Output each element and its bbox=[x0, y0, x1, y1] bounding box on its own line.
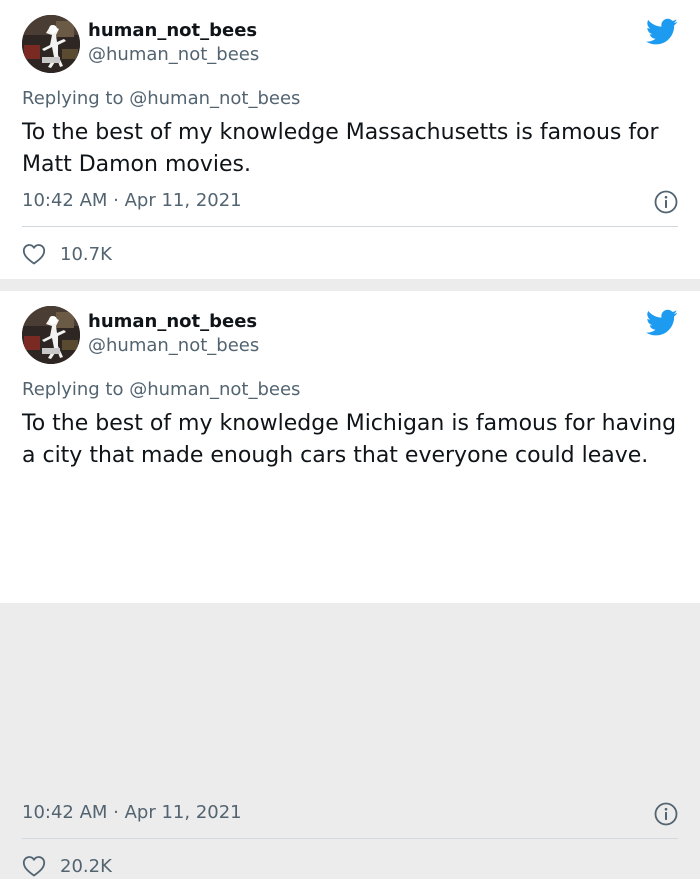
like-button[interactable]: 10.7K bbox=[22, 241, 112, 267]
tweet-timestamp[interactable]: 10:42 AM · Apr 11, 2021 bbox=[22, 802, 242, 824]
display-name[interactable]: human_not_bees bbox=[88, 311, 257, 333]
user-handle[interactable]: @human_not_bees bbox=[88, 44, 259, 66]
divider bbox=[22, 226, 678, 227]
heart-icon[interactable] bbox=[22, 243, 46, 265]
info-icon[interactable] bbox=[654, 190, 678, 214]
avatar[interactable] bbox=[22, 15, 80, 73]
tweet-text: To the best of my knowledge Michigan is … bbox=[22, 411, 677, 468]
replying-to-mention[interactable]: @human_not_bees bbox=[129, 379, 300, 400]
replying-to-label: Replying to bbox=[22, 379, 124, 400]
tweet-timestamp[interactable]: 10:42 AM · Apr 11, 2021 bbox=[22, 190, 242, 212]
like-button[interactable]: 20.2K bbox=[22, 853, 112, 879]
heart-icon[interactable] bbox=[22, 855, 46, 877]
tweet-card[interactable]: human_not_bees @human_not_bees Replying … bbox=[0, 0, 700, 279]
user-handle[interactable]: @human_not_bees bbox=[88, 335, 259, 357]
like-count: 10.7K bbox=[60, 243, 112, 265]
tweet-card[interactable]: human_not_bees @human_not_bees Replying … bbox=[0, 291, 700, 877]
twitter-bird-icon[interactable] bbox=[646, 18, 678, 46]
replying-to-mention[interactable]: @human_not_bees bbox=[129, 88, 300, 109]
display-name[interactable]: human_not_bees bbox=[88, 20, 257, 42]
replying-to-label: Replying to bbox=[22, 88, 124, 109]
divider bbox=[22, 838, 678, 839]
replying-to-line: Replying to @human_not_bees bbox=[22, 378, 300, 402]
like-count: 20.2K bbox=[60, 855, 112, 877]
tweet-text: To the best of my knowledge Massachusett… bbox=[22, 120, 659, 177]
info-icon[interactable] bbox=[654, 802, 678, 826]
avatar[interactable] bbox=[22, 306, 80, 364]
replying-to-line: Replying to @human_not_bees bbox=[22, 87, 300, 111]
twitter-bird-icon[interactable] bbox=[646, 309, 678, 337]
